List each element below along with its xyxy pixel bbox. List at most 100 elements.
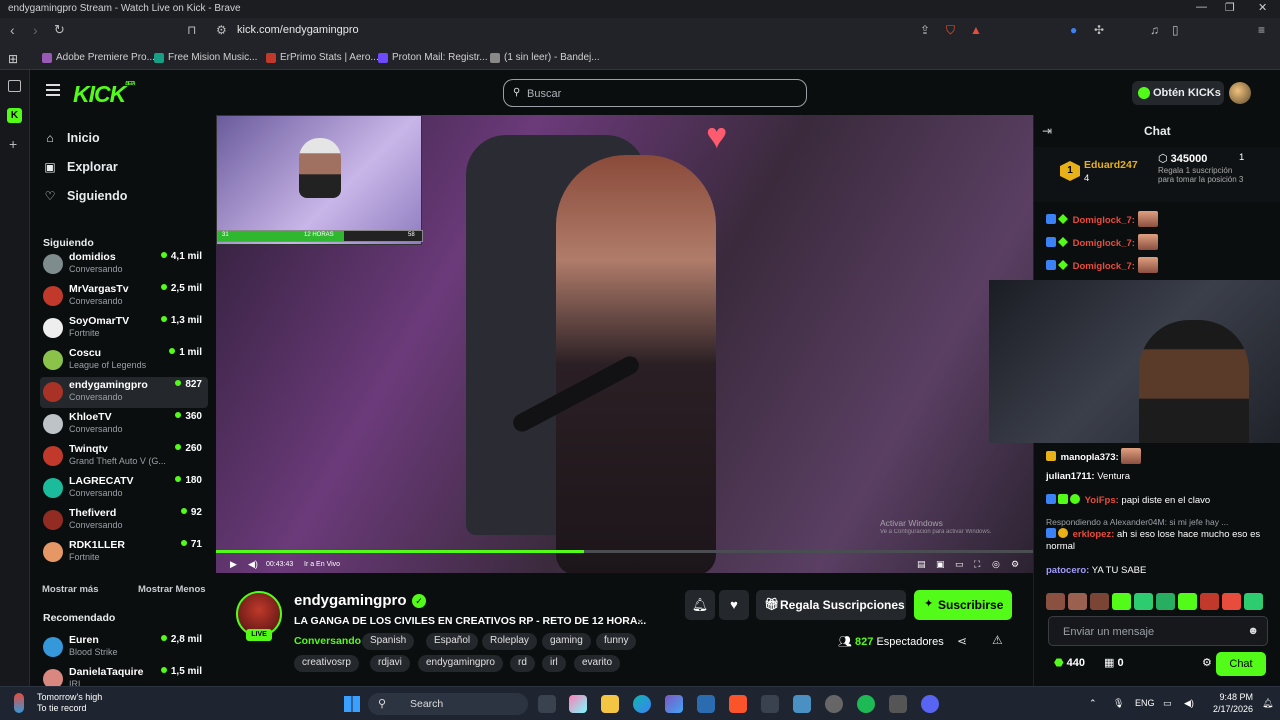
tag-chip[interactable]: rdjavi (370, 655, 410, 672)
seek-bar[interactable] (216, 550, 1033, 553)
chat-user[interactable]: julian1711: (1046, 471, 1095, 482)
notification-bell-button[interactable]: 🔔︎ (685, 590, 715, 620)
brave-icon[interactable] (729, 695, 747, 713)
notifications-icon[interactable]: 🔔︎ (1262, 698, 1273, 709)
sidebar-channel-lagrecatv[interactable]: LAGRECATV Conversando 180 (40, 473, 208, 504)
forward-icon[interactable]: › (33, 22, 38, 38)
discord-icon[interactable] (921, 695, 939, 713)
send-chat-button[interactable]: Chat (1216, 652, 1266, 676)
bookmark-item[interactable]: Free Mision Music... (154, 52, 257, 63)
share-icon[interactable]: ⇪ (920, 23, 930, 37)
app-icon[interactable] (889, 695, 907, 713)
obs-icon[interactable] (825, 695, 843, 713)
bookmark-item[interactable]: (1 sin leer) - Bandej... (490, 52, 600, 63)
sidebar-channel-endygamingpro[interactable]: endygamingpro Conversando 827 (40, 377, 208, 408)
go-live-link[interactable]: Ir a En Vivo (304, 561, 340, 568)
chat-user[interactable]: Domiglock_7: (1073, 238, 1135, 249)
extension-icon[interactable]: ● (1070, 23, 1077, 37)
tag-chip[interactable]: creativosrp (294, 655, 359, 672)
tag-chip[interactable]: rd (510, 655, 535, 672)
taskbar-search[interactable]: ⚲ Search (368, 693, 528, 715)
task-view-icon[interactable] (538, 695, 556, 713)
quality-icon[interactable]: ◎ (992, 559, 1000, 570)
kick-logo[interactable]: KICKBETA (73, 81, 136, 108)
emote-icon[interactable] (1178, 593, 1197, 610)
chat-user[interactable]: Domiglock_7: (1073, 261, 1135, 272)
kick-tab-icon[interactable]: K (7, 108, 22, 123)
app-icon[interactable] (761, 695, 779, 713)
show-more-button[interactable]: Mostrar más (42, 584, 99, 595)
theater-icon[interactable]: ▭ (955, 559, 964, 570)
emote-icon[interactable] (1068, 593, 1087, 610)
tag-chip[interactable]: funny (596, 633, 637, 650)
nav-home[interactable]: ⌂ Inicio (43, 131, 99, 145)
chat-user[interactable]: YoiFps: (1085, 495, 1119, 506)
get-kicks-button[interactable]: Obtén KICKs (1132, 81, 1224, 105)
show-less-button[interactable]: Mostrar Menos (138, 584, 206, 595)
chat-user[interactable]: manopla373: (1061, 452, 1119, 463)
kicks-balance[interactable]: ⬣ 440 (1054, 656, 1085, 669)
play-icon[interactable]: ▶ (230, 559, 237, 570)
emote-icon[interactable] (1244, 593, 1263, 610)
tag-chip[interactable]: Roleplay (482, 633, 537, 650)
volume-icon[interactable]: ◀) (1184, 698, 1194, 709)
tag-chip[interactable]: evarito (574, 655, 621, 672)
nav-following[interactable]: ♡ Siguiendo (43, 189, 128, 203)
tray-chevron-icon[interactable]: ⌃ (1089, 698, 1097, 709)
sidebar-channel-twinqtv[interactable]: Twinqtv Grand Theft Auto V (G... 260 (40, 441, 208, 472)
recommended-channel-euren[interactable]: Euren Blood Strike 2,8 mil (40, 632, 208, 663)
tag-chip[interactable]: irl (542, 655, 566, 672)
m365-icon[interactable] (665, 695, 683, 713)
edge-icon[interactable] (633, 695, 651, 713)
tag-chip[interactable]: gaming (542, 633, 591, 650)
collapse-chat-icon[interactable]: ⇥ (1042, 124, 1052, 138)
leader-user[interactable]: Eduard247 (1084, 159, 1138, 171)
windows-start-icon[interactable] (344, 696, 360, 712)
share-icon[interactable]: ⋖ (957, 634, 967, 648)
file-explorer-icon[interactable] (601, 695, 619, 713)
video-player[interactable]: ♥ 31 12 HORAS 58 Activar Windows Ve a Co… (216, 115, 1033, 573)
language-indicator[interactable]: ENG (1135, 698, 1155, 708)
settings-icon[interactable]: ⚙ (1011, 559, 1019, 570)
chat-user[interactable]: erklopez: (1073, 529, 1115, 540)
weather-widget[interactable]: Tomorrow's high To tie record (37, 692, 102, 714)
menu-icon[interactable] (46, 84, 60, 96)
sidebar-channel-soyomartv[interactable]: SoyOmarTV Fortnite 1,3 mil (40, 313, 208, 344)
subs-balance[interactable]: ▦ 0 (1104, 656, 1124, 669)
store-icon[interactable] (697, 695, 715, 713)
volume-icon[interactable]: ◀) (248, 559, 258, 570)
brave-shield-icon[interactable]: ⛉ (946, 23, 955, 38)
spotify-icon[interactable] (857, 695, 875, 713)
mic-icon[interactable]: 🎙︎ (1113, 698, 1124, 709)
emote-icon[interactable] (1090, 593, 1109, 610)
emote-icon[interactable] (1222, 593, 1241, 610)
report-icon[interactable]: ⚠ (992, 633, 1003, 647)
reload-icon[interactable]: ↻ (54, 22, 65, 38)
chat-user[interactable]: patocero: (1046, 565, 1089, 576)
chat-input[interactable]: Enviar un mensaje ☻ (1048, 616, 1268, 646)
search-input[interactable]: ⚲ Buscar (503, 79, 807, 107)
emoji-icon[interactable]: ☻ (1247, 625, 1259, 637)
bookmark-item[interactable]: ErPrimo Stats | Aero... (266, 52, 379, 63)
close-icon[interactable]: ✕ (1258, 1, 1267, 14)
tag-chip[interactable]: Español (426, 633, 479, 650)
chat-settings-icon[interactable]: ⚙ (1202, 656, 1212, 669)
brave-rewards-icon[interactable]: ▲ (970, 23, 982, 37)
bookmark-item[interactable]: Proton Mail: Registr... (378, 52, 488, 63)
follow-button[interactable]: ♥ (719, 590, 749, 620)
emote-icon[interactable] (1156, 593, 1175, 610)
sidebar-channel-thefiverd[interactable]: Thefiverd Conversando 92 (40, 505, 208, 536)
maximize-icon[interactable]: ❐ (1225, 1, 1235, 14)
fullscreen-icon[interactable]: ⛶ (974, 559, 980, 570)
bookmark-icon[interactable]: ⊓ (187, 23, 196, 37)
sidebar-channel-rdk1ller[interactable]: RDK1LLER Fortnite 71 (40, 537, 208, 568)
pip-icon[interactable]: ▣ (936, 559, 945, 570)
nav-explore[interactable]: ▣ Explorar (43, 160, 117, 174)
gift-subs-button[interactable]: 🎁︎ Regala Suscripciones (756, 590, 906, 620)
user-avatar[interactable] (1229, 82, 1251, 104)
sidebar-channel-mrvargastv[interactable]: MrVargasTv Conversando 2,5 mil (40, 281, 208, 312)
emote-icon[interactable] (1112, 593, 1131, 610)
sidebar-channel-khloetv[interactable]: KhloeTV Conversando 360 (40, 409, 208, 440)
apps-icon[interactable]: ⊞ (8, 52, 18, 66)
chat-user[interactable]: Domiglock_7: (1073, 215, 1135, 226)
